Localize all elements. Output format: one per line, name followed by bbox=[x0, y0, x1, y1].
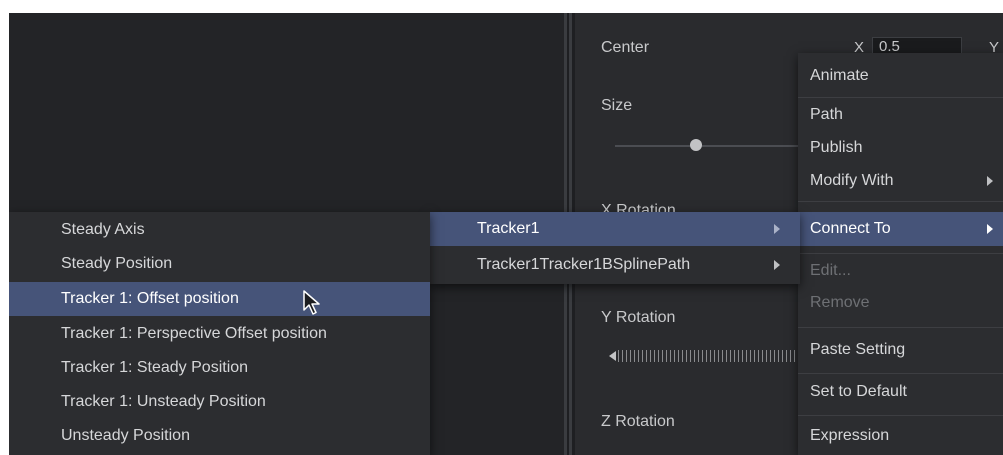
y-rotation-dial[interactable] bbox=[618, 350, 803, 362]
submenu-arrow-icon bbox=[987, 176, 993, 186]
menu-item-paste-setting[interactable]: Paste Setting bbox=[798, 333, 1003, 367]
bspline-path-label: Tracker1Tracker1BSplinePath bbox=[477, 256, 691, 273]
submenu-item-bspline-path[interactable]: Tracker1Tracker1BSplinePath bbox=[430, 248, 800, 282]
y-rotation-label: Y Rotation bbox=[601, 309, 676, 326]
submenu-arrow-icon bbox=[774, 224, 780, 234]
center-label: Center bbox=[601, 39, 650, 56]
menu-item-expression[interactable]: Expression bbox=[798, 419, 1003, 453]
submenu-arrow-icon bbox=[774, 260, 780, 270]
menu-item-set-to-default[interactable]: Set to Default bbox=[798, 375, 1003, 409]
menu-separator bbox=[798, 373, 1003, 374]
menu-item-edit: Edit... bbox=[810, 262, 851, 279]
menu-item-animate[interactable]: Animate bbox=[798, 60, 1003, 92]
menu-item-remove: Remove bbox=[810, 294, 870, 311]
submenu-arrow-icon bbox=[987, 224, 993, 234]
output-item-offset-position[interactable]: Tracker 1: Offset position bbox=[9, 282, 430, 316]
menu-separator bbox=[798, 201, 1003, 202]
submenu-item-tracker1[interactable]: Tracker1 bbox=[430, 212, 800, 246]
z-rotation-label: Z Rotation bbox=[601, 413, 675, 430]
connect-to-label: Connect To bbox=[810, 220, 891, 237]
menu-item-modify-with[interactable]: Modify With bbox=[798, 165, 1003, 197]
menu-item-publish[interactable]: Publish bbox=[798, 132, 1003, 164]
output-item-unsteady-pos[interactable]: Tracker 1: Unsteady Position bbox=[9, 386, 430, 418]
menu-separator bbox=[798, 97, 1003, 98]
menu-item-connect-to[interactable]: Connect To bbox=[798, 212, 1003, 246]
output-item-perspective-offset[interactable]: Tracker 1: Perspective Offset position bbox=[9, 318, 430, 350]
tracker1-label: Tracker1 bbox=[477, 220, 540, 237]
size-slider-track[interactable] bbox=[615, 145, 815, 147]
mouse-cursor-icon bbox=[303, 290, 320, 315]
menu-item-path[interactable]: Path bbox=[798, 99, 1003, 131]
context-menu: Animate Path Publish Modify With Connect… bbox=[798, 53, 1003, 455]
size-slider-knob[interactable] bbox=[690, 139, 702, 151]
y-rotation-left-arrow-icon[interactable] bbox=[609, 351, 616, 361]
output-item-steady-pos[interactable]: Tracker 1: Steady Position bbox=[9, 352, 430, 384]
menu-separator bbox=[798, 327, 1003, 328]
tracker-outputs-submenu: Steady Axis Steady Position Tracker 1: O… bbox=[9, 212, 430, 455]
trackers-submenu: Tracker1 Tracker1Tracker1BSplinePath bbox=[430, 212, 800, 284]
size-label: Size bbox=[601, 97, 633, 114]
modify-with-label: Modify With bbox=[810, 172, 894, 189]
output-item-steady-axis[interactable]: Steady Axis bbox=[9, 214, 430, 246]
app-window: Center X 0.5 Y Size X Rotation Y Rotatio… bbox=[9, 13, 1003, 455]
output-item-unsteady-position[interactable]: Unsteady Position bbox=[9, 420, 430, 452]
output-item-steady-position[interactable]: Steady Position bbox=[9, 248, 430, 280]
menu-separator bbox=[798, 415, 1003, 416]
